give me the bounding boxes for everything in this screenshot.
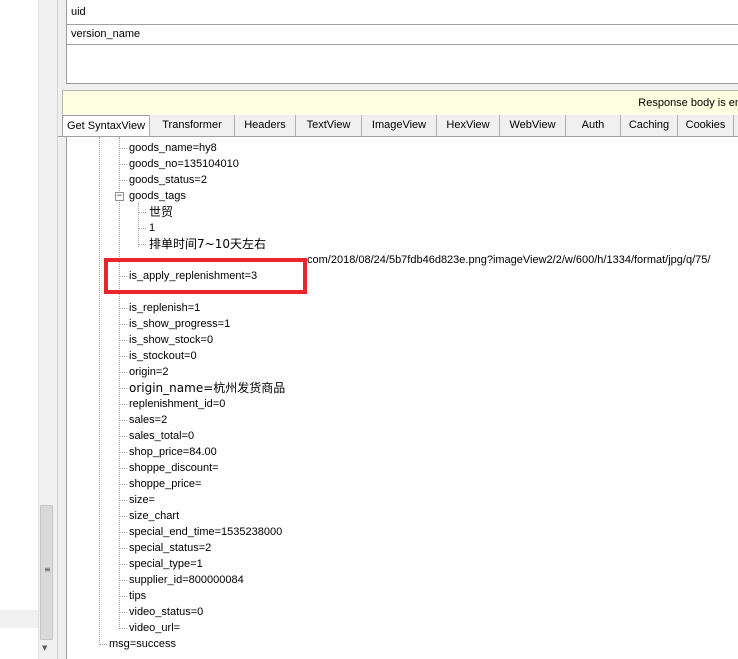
tree-node[interactable]: msg=success	[109, 636, 176, 652]
tree-guide-line	[138, 203, 139, 247]
tree-connector	[99, 644, 107, 645]
tab-webview[interactable]: WebView	[500, 115, 566, 136]
tree-connector	[119, 308, 127, 309]
tree-node[interactable]: 排单时间7~10天左右	[149, 236, 266, 252]
tree-node[interactable]: video_status=0	[129, 604, 203, 620]
tree-node[interactable]: is_show_progress=1	[129, 316, 230, 332]
tree-connector	[119, 420, 127, 421]
tree-connector	[138, 244, 146, 245]
tree-node[interactable]: goods_status=2	[129, 172, 207, 188]
tree-node[interactable]: shoppe_price=	[129, 476, 201, 492]
response-tree-view[interactable]: goods_name=hy8 goods_no=135104010 goods_…	[66, 137, 738, 659]
grip-icon: ≡	[44, 565, 51, 574]
left-scroll-thumb[interactable]: ≡	[40, 505, 53, 640]
tree-node[interactable]: replenishment_id=0	[129, 396, 225, 412]
tree-node[interactable]: sales=2	[129, 412, 167, 428]
tree-node[interactable]: size_chart	[129, 508, 179, 524]
tab-headers[interactable]: Headers	[235, 115, 296, 136]
tree-connector	[119, 452, 127, 453]
request-header-list: uid version_name	[66, 0, 738, 84]
tree-node[interactable]: is_show_stock=0	[129, 332, 213, 348]
list-item[interactable]: uid	[67, 0, 738, 25]
left-panel-footer	[0, 610, 38, 628]
tree-node[interactable]: origin=2	[129, 364, 168, 380]
tree-connector	[119, 372, 127, 373]
tree-connector	[119, 612, 127, 613]
tree-node[interactable]: size=	[129, 492, 155, 508]
tree-node[interactable]: origin_name=杭州发货商品	[129, 380, 285, 396]
tree-connector	[138, 228, 146, 229]
tree-node[interactable]: special_end_time=1535238000	[129, 524, 282, 540]
tab-hexview[interactable]: HexView	[437, 115, 500, 136]
collapse-toggle-icon[interactable]: −	[115, 192, 124, 201]
tree-connector	[119, 356, 127, 357]
tree-node[interactable]: tips	[129, 588, 146, 604]
tree-node[interactable]: 1	[149, 220, 155, 236]
tree-node[interactable]: special_type=1	[129, 556, 203, 572]
tree-connector	[119, 596, 127, 597]
tree-connector	[119, 404, 127, 405]
scroll-down-arrow-icon[interactable]: ▼	[42, 644, 47, 652]
tree-connector	[119, 436, 127, 437]
tree-connector	[119, 532, 127, 533]
left-session-panel: ≡ ▼	[0, 0, 56, 659]
tab-get-syntaxview[interactable]: Get SyntaxView	[62, 115, 150, 136]
highlight-annotation-box	[104, 258, 307, 294]
tree-connector	[119, 564, 127, 565]
tree-connector	[119, 484, 127, 485]
response-info-text: Response body is en	[638, 97, 738, 109]
tree-node[interactable]: goods_tags	[129, 188, 186, 204]
tree-connector	[119, 548, 127, 549]
tree-node[interactable]: shop_price=84.00	[129, 444, 217, 460]
tab-textview[interactable]: TextView	[296, 115, 362, 136]
tree-node[interactable]: shoppe_discount=	[129, 460, 219, 476]
tree-connector	[119, 580, 127, 581]
tree-connector	[119, 628, 127, 629]
tab-cookies[interactable]: Cookies	[678, 115, 734, 136]
tree-connector	[119, 324, 127, 325]
tree-connector	[119, 468, 127, 469]
tree-node[interactable]: com/2018/08/24/5b7fdb46d823e.png?imageVi…	[307, 252, 710, 268]
tree-connector	[119, 388, 127, 389]
tab-auth[interactable]: Auth	[566, 115, 621, 136]
tree-guide-line	[99, 137, 100, 645]
inspector-panel: uid version_name Response body is en Get…	[58, 0, 738, 659]
tree-node[interactable]: is_stockout=0	[129, 348, 197, 364]
tree-connector	[119, 340, 127, 341]
tree-connector	[119, 500, 127, 501]
tree-connector	[119, 148, 127, 149]
left-vertical-scrollbar[interactable]: ≡ ▼	[38, 0, 54, 659]
tree-node[interactable]: sales_total=0	[129, 428, 194, 444]
tree-node[interactable]: 世贸	[149, 204, 173, 220]
list-item[interactable]: version_name	[67, 25, 738, 45]
tree-node[interactable]: goods_name=hy8	[129, 140, 217, 156]
tree-node[interactable]: video_url=	[129, 620, 180, 636]
response-info-bar[interactable]: Response body is en	[62, 90, 738, 117]
tree-guide-line	[119, 137, 120, 629]
tab-caching[interactable]: Caching	[621, 115, 678, 136]
tree-connector	[119, 164, 127, 165]
tree-connector	[138, 212, 146, 213]
tree-node[interactable]: special_status=2	[129, 540, 211, 556]
tree-connector	[119, 180, 127, 181]
tree-node[interactable]: goods_no=135104010	[129, 156, 239, 172]
tab-transformer[interactable]: Transformer	[150, 115, 235, 136]
response-tab-strip: Get SyntaxView Transformer Headers TextV…	[58, 115, 738, 137]
tree-node[interactable]: is_replenish=1	[129, 300, 200, 316]
tree-connector	[119, 516, 127, 517]
tree-node[interactable]: supplier_id=800000084	[129, 572, 244, 588]
tab-imageview[interactable]: ImageView	[362, 115, 437, 136]
